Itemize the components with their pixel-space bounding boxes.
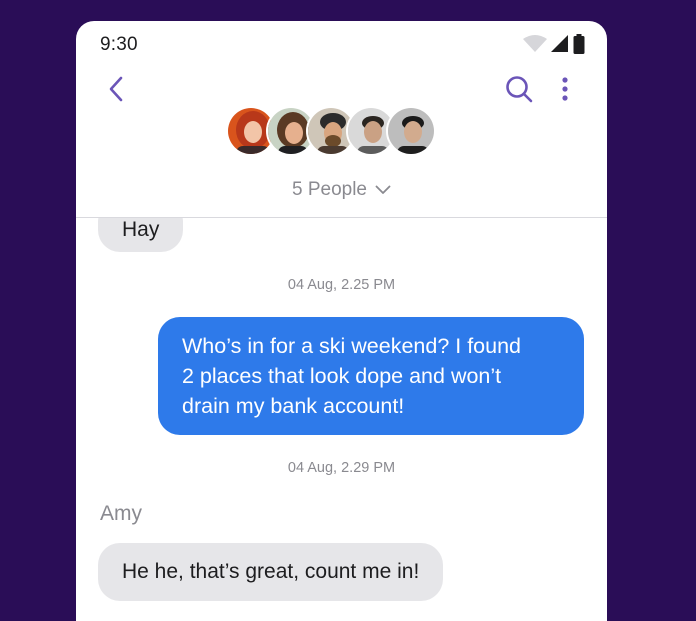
phone-screen: 9:30 5 People Hay 04 Aug, 2.25 PM Who’s …: [76, 21, 607, 621]
chevron-left-icon: [109, 76, 123, 102]
chat-header: 5 People: [76, 69, 607, 218]
message-line: Who’s in for a ski weekend? I found: [182, 334, 522, 358]
incoming-message[interactable]: Hay: [98, 218, 184, 252]
message-timestamp: 04 Aug, 2.29 PM: [287, 460, 396, 476]
status-time: 9:30: [100, 34, 138, 55]
message-list[interactable]: Hay 04 Aug, 2.25 PM Who’s in for a ski w…: [76, 218, 607, 621]
incoming-message[interactable]: He he, that’s great, count me in!: [98, 543, 444, 601]
battery-icon: [573, 34, 585, 59]
people-count-toggle[interactable]: 5 People: [76, 179, 607, 201]
sender-name: Amy: [100, 502, 142, 525]
search-icon: [506, 76, 533, 103]
message-timestamp: 04 Aug, 2.25 PM: [287, 277, 396, 293]
cellular-signal-icon: [551, 35, 569, 58]
message-text: He he, that’s great, count me in!: [122, 560, 420, 583]
avatar[interactable]: [386, 106, 436, 156]
outgoing-message[interactable]: Who’s in for a ski weekend? I found 2 pl…: [158, 317, 584, 435]
wifi-icon: [523, 35, 547, 58]
status-icons: [523, 34, 585, 59]
search-button[interactable]: [503, 73, 535, 105]
message-text: Hay: [122, 218, 160, 241]
more-vertical-icon: [562, 77, 568, 101]
message-line: drain my bank account!: [182, 394, 405, 418]
chevron-down-icon: [375, 185, 391, 194]
back-button[interactable]: [102, 73, 130, 105]
more-options-button[interactable]: [555, 73, 575, 105]
status-bar: 9:30: [76, 21, 607, 69]
group-avatars[interactable]: [226, 106, 436, 156]
people-count-label: 5 People: [291, 179, 367, 200]
message-line: 2 places that look dope and won’t: [182, 364, 502, 388]
